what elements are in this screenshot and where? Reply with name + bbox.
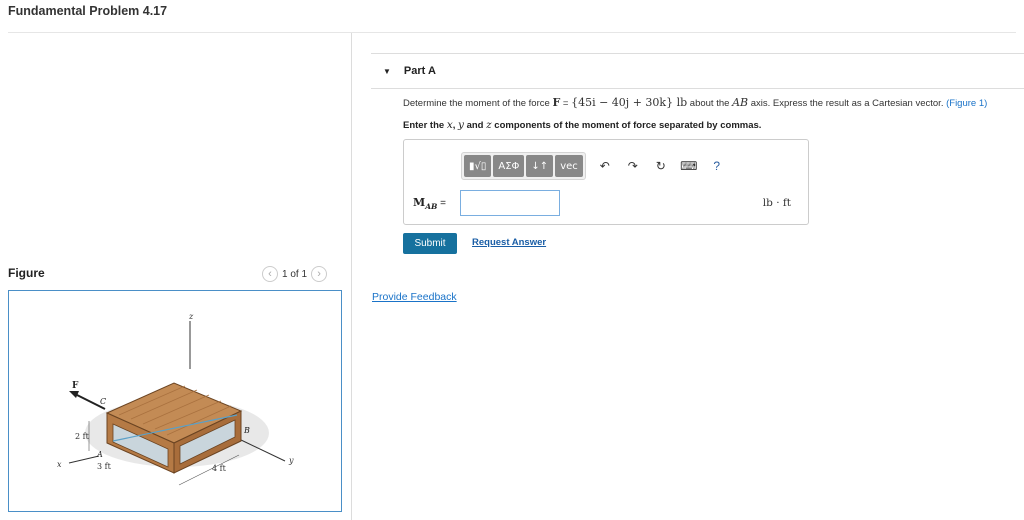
instruction-text: Enter the x, y and z components of the m… bbox=[403, 119, 762, 131]
x-axis-label: x bbox=[57, 460, 62, 469]
dimension-4ft: 4 ft bbox=[212, 464, 227, 473]
toolbar-group: ▮√▯ ΑΣΦ ↓↑ vec bbox=[461, 152, 586, 180]
figure-frame: z x y F C A B 2 ft 3 ft 4 ft bbox=[8, 290, 342, 512]
dimension-3ft: 3 ft bbox=[97, 462, 112, 471]
force-vector: {45i − 40j + 30k} bbox=[571, 96, 674, 109]
arrows-button[interactable]: ↓↑ bbox=[526, 155, 554, 177]
part-a-header[interactable]: ▼ Part A bbox=[371, 53, 1024, 89]
greek-button[interactable]: ΑΣΦ bbox=[493, 155, 525, 177]
point-c-label: C bbox=[100, 397, 106, 406]
pager-text: 1 of 1 bbox=[282, 268, 308, 280]
submit-button[interactable]: Submit bbox=[403, 233, 457, 254]
z-axis-label: z bbox=[188, 312, 194, 321]
point-b-label: B bbox=[243, 426, 250, 435]
question-text: Determine the moment of the force F = {4… bbox=[403, 96, 988, 109]
figure-label: Figure bbox=[8, 266, 45, 280]
vec-button[interactable]: vec bbox=[555, 155, 583, 177]
help-icon[interactable]: ? bbox=[704, 153, 730, 179]
top-divider bbox=[8, 32, 1016, 33]
force-label: F bbox=[72, 381, 79, 391]
crate-figure: z x y F C A B 2 ft 3 ft 4 ft bbox=[57, 312, 294, 486]
answer-input[interactable] bbox=[460, 190, 560, 216]
chevron-right-icon[interactable]: › bbox=[311, 266, 328, 282]
templates-button[interactable]: ▮√▯ bbox=[464, 155, 492, 177]
request-answer-link[interactable]: Request Answer bbox=[472, 237, 546, 248]
y-axis-label: y bbox=[288, 456, 294, 465]
provide-feedback-link[interactable]: Provide Feedback bbox=[372, 291, 457, 303]
figure-pager: ‹ 1 of 1 › bbox=[262, 266, 328, 282]
moment-label: MAB = bbox=[413, 196, 446, 212]
x-axis bbox=[68, 455, 100, 464]
caret-down-icon[interactable]: ▼ bbox=[383, 67, 391, 76]
dimension-2ft: 2 ft bbox=[75, 432, 90, 441]
keyboard-icon[interactable]: ⌨ bbox=[676, 153, 702, 179]
math-toolbar: ▮√▯ ΑΣΦ ↓↑ vec ↶ ↷ ↻ ⌨ ? bbox=[461, 152, 730, 180]
answer-panel: ▮√▯ ΑΣΦ ↓↑ vec ↶ ↷ ↻ ⌨ ? MAB = lb · ft bbox=[403, 139, 809, 225]
page-title: Fundamental Problem 4.17 bbox=[8, 4, 168, 18]
reset-icon[interactable]: ↻ bbox=[648, 153, 674, 179]
unit-label: lb · ft bbox=[762, 197, 791, 209]
axis-symbol: AB bbox=[732, 96, 749, 109]
redo-icon[interactable]: ↷ bbox=[620, 153, 646, 179]
point-a-label: A bbox=[96, 450, 103, 459]
part-title: Part A bbox=[403, 65, 436, 77]
figure-link[interactable]: (Figure 1) bbox=[946, 98, 987, 109]
chevron-left-icon[interactable]: ‹ bbox=[262, 266, 278, 282]
column-divider bbox=[351, 33, 352, 520]
undo-icon[interactable]: ↶ bbox=[592, 153, 618, 179]
